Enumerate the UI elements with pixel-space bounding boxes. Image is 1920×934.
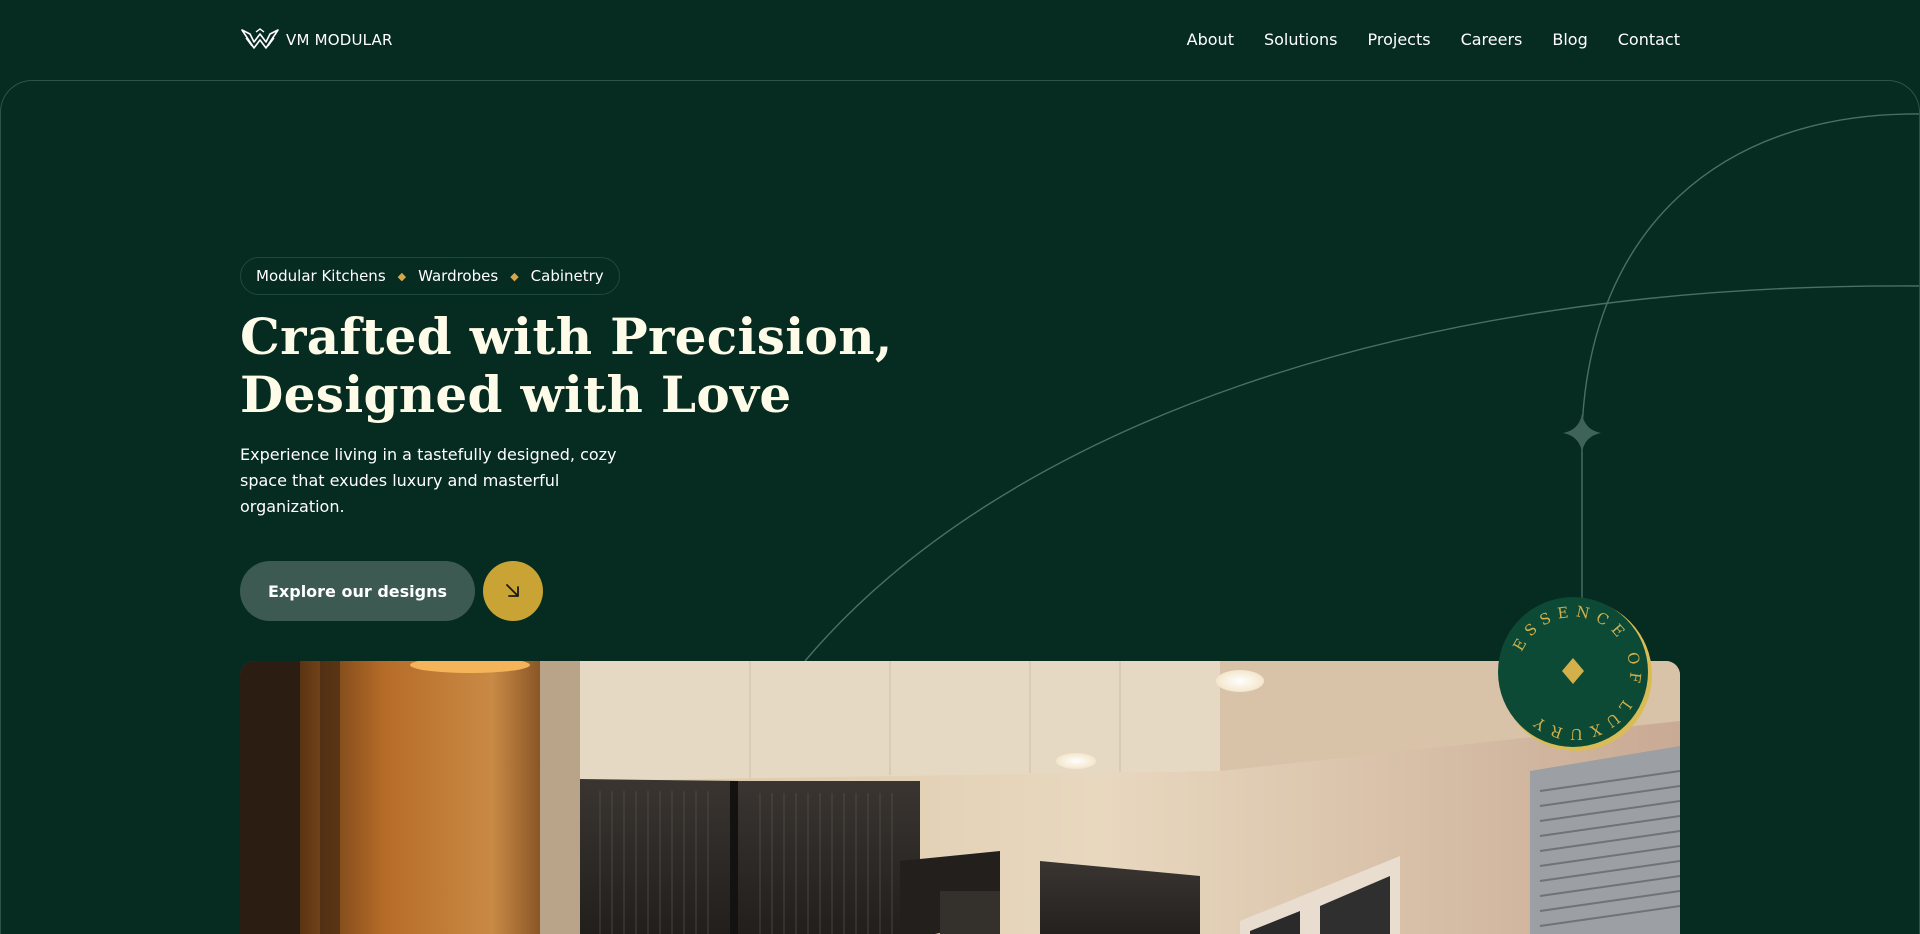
nav-link-solutions[interactable]: Solutions <box>1264 30 1338 49</box>
explore-designs-button[interactable]: Explore our designs <box>240 561 475 621</box>
nav-link-careers[interactable]: Careers <box>1461 30 1523 49</box>
diamond-separator-icon: ◆ <box>510 269 519 283</box>
nav-link-contact[interactable]: Contact <box>1618 30 1680 49</box>
main-nav: About Solutions Projects Careers Blog Co… <box>1187 26 1680 52</box>
page: VM MODULAR About Solutions Projects Care… <box>0 0 1920 934</box>
badge-graphic: ESSENCE OF LUXURY <box>1498 597 1652 751</box>
brand-logo-link[interactable]: VM MODULAR <box>240 26 393 54</box>
hero-subtext: Experience living in a tastefully design… <box>240 445 617 516</box>
nav-link-blog[interactable]: Blog <box>1552 30 1587 49</box>
tag-wardrobes: Wardrobes <box>418 267 499 285</box>
tag-cabinetry: Cabinetry <box>530 267 604 285</box>
hero-kitchen-image <box>240 661 1680 934</box>
brand-name: VM MODULAR <box>286 31 393 49</box>
site-header: VM MODULAR About Solutions Projects Care… <box>0 0 1920 80</box>
kitchen-photo <box>240 661 1680 934</box>
essence-of-luxury-badge: ESSENCE OF LUXURY <box>1495 594 1653 752</box>
arrow-down-right-icon <box>506 584 519 597</box>
vm-modular-wings-logo-icon <box>241 28 279 49</box>
hero-headline: Crafted with Precision, Designed with Lo… <box>240 307 893 424</box>
tag-modular-kitchens: Modular Kitchens <box>256 267 386 285</box>
diamond-separator-icon: ◆ <box>397 269 407 283</box>
category-tags: Modular Kitchens ◆ Wardrobes ◆ Cabinetry <box>240 257 620 295</box>
explore-arrow-button[interactable] <box>483 561 543 621</box>
nav-link-projects[interactable]: Projects <box>1367 30 1430 49</box>
nav-link-about[interactable]: About <box>1187 30 1234 49</box>
